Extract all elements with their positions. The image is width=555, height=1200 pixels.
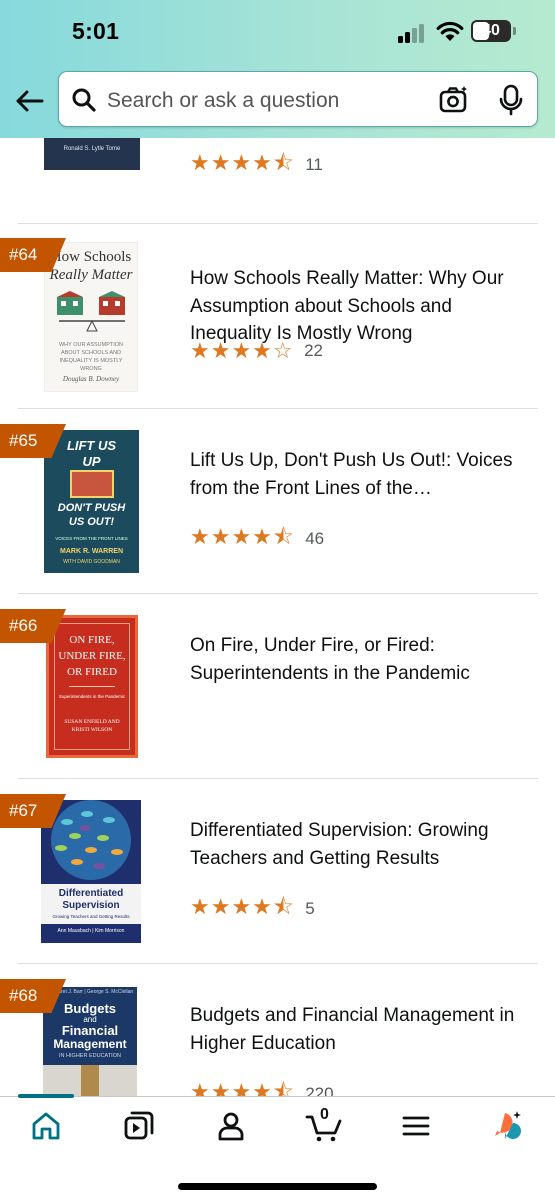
home-icon[interactable]	[29, 1109, 63, 1143]
book-cover: Ronald S. Lytle Tome	[44, 138, 140, 170]
product-title[interactable]: Differentiated Supervision: Growing Teac…	[190, 817, 530, 872]
rating-count: 22	[304, 341, 323, 360]
star-rating-icon: ★★★★⯪	[190, 150, 295, 175]
product-title[interactable]: Budgets and Financial Management in High…	[190, 1002, 530, 1057]
book-cover: How Schools Really Matter WHY OUR ASSUMP…	[44, 242, 138, 392]
microphone-icon[interactable]	[499, 84, 523, 116]
star-rating-icon: ★★★★⯪	[190, 524, 295, 549]
book-cover: ON FIRE, UNDER FIRE, OR FIRED Superinten…	[46, 615, 138, 758]
list-item-partial[interactable]: Ronald S. Lytle Tome ★★★★⯪ 11	[0, 138, 555, 203]
account-icon[interactable]	[214, 1109, 248, 1143]
rating: ★★★★⯪ 46	[190, 520, 324, 549]
wifi-icon	[436, 21, 464, 41]
search-icon	[72, 88, 96, 112]
product-title[interactable]: How Schools Really Matter: Why Our Assum…	[190, 265, 530, 348]
book-cover: LIFT US UP DON'T PUSH US OUT! VOICES FRO…	[44, 430, 139, 573]
rating: ★★★★⯪ 11	[190, 146, 323, 175]
divider	[18, 963, 538, 964]
divider	[18, 593, 538, 594]
camera-lens-icon[interactable]	[439, 85, 469, 115]
home-indicator	[178, 1183, 377, 1190]
rating: ★★★★⯪ 5	[190, 890, 315, 919]
rating: ★★★★☆ 22	[190, 338, 323, 363]
search-input[interactable]: Search or ask a question	[107, 89, 339, 113]
active-tab-indicator	[18, 1094, 74, 1098]
battery-icon: 40	[471, 20, 511, 42]
product-title[interactable]: Lift Us Up, Don't Push Us Out!: Voices f…	[190, 447, 530, 502]
status-time: 5:01	[72, 18, 120, 44]
search-bar[interactable]: Search or ask a question	[58, 71, 538, 127]
list-item[interactable]: Margaret J. Barr | George S. McClellan B…	[0, 979, 555, 1096]
divider	[18, 223, 538, 224]
rating-count: 11	[305, 155, 323, 174]
book-cover: Margaret J. Barr | George S. McClellan B…	[43, 987, 137, 1096]
rufus-chat-icon[interactable]	[491, 1109, 525, 1143]
rating-count: 46	[305, 529, 325, 548]
battery-level: 40	[482, 22, 500, 39]
app-header: 5:01 40 Search or ask a question	[0, 0, 555, 138]
rating-count: 5	[305, 899, 315, 918]
video-library-icon[interactable]	[122, 1109, 156, 1143]
list-item[interactable]: ON FIRE, UNDER FIRE, OR FIRED Superinten…	[0, 609, 555, 794]
rating-count: 220	[305, 1084, 334, 1096]
list-item[interactable]: LIFT US UP DON'T PUSH US OUT! VOICES FRO…	[0, 424, 555, 609]
list-item[interactable]: How Schools Really Matter WHY OUR ASSUMP…	[0, 238, 555, 423]
rating: ★★★★⯪ 220	[190, 1075, 334, 1096]
battery-nub	[513, 27, 516, 35]
list-item[interactable]: Differentiated Supervision Growing Teach…	[0, 794, 555, 979]
menu-icon[interactable]	[399, 1109, 433, 1143]
book-cover: Differentiated Supervision Growing Teach…	[41, 800, 141, 943]
divider	[18, 778, 538, 779]
bestseller-list: Ronald S. Lytle Tome ★★★★⯪ 11 How School…	[0, 138, 555, 1096]
bottom-navigation: 0	[0, 1094, 555, 1200]
star-rating-icon: ★★★★⯪	[190, 1079, 295, 1096]
star-rating-icon: ★★★★⯪	[190, 894, 295, 919]
back-arrow-icon[interactable]	[12, 84, 46, 118]
product-title[interactable]: On Fire, Under Fire, or Fired: Superinte…	[190, 632, 530, 687]
status-bar: 5:01 40	[0, 0, 555, 64]
divider	[18, 408, 538, 409]
star-rating-icon: ★★★★☆	[190, 338, 294, 363]
cellular-signal-icon	[398, 23, 428, 43]
cart-count-badge: 0	[320, 1106, 329, 1123]
